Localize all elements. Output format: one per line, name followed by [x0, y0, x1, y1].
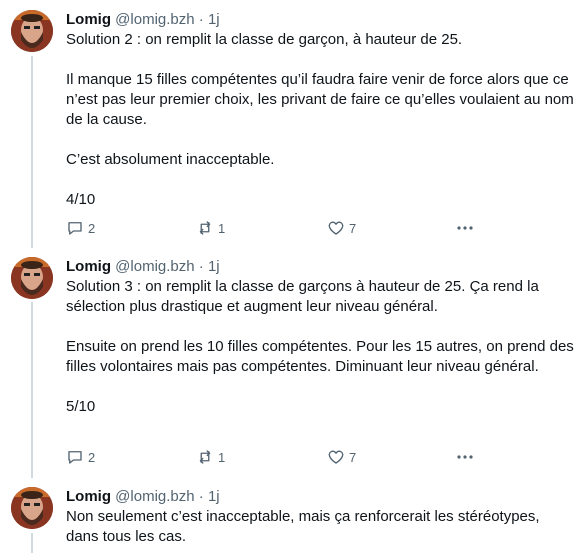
more-button[interactable]: [455, 447, 475, 467]
tweet-actions: 2 1 7: [66, 218, 486, 238]
like-button[interactable]: 7: [327, 447, 356, 467]
tweet[interactable]: Lomig @lomig.bzh · 1j Solution 3 : on re…: [0, 257, 584, 477]
reply-button[interactable]: 2: [66, 218, 95, 238]
more-button[interactable]: [455, 218, 475, 238]
timestamp[interactable]: 1j: [208, 488, 220, 505]
author-handle[interactable]: @lomig.bzh: [115, 488, 194, 505]
separator: ·: [198, 488, 204, 505]
author-name[interactable]: Lomig: [66, 488, 111, 505]
tweet-header: Lomig @lomig.bzh · 1j: [66, 257, 574, 277]
tweet[interactable]: Lomig @lomig.bzh · 1j Non seulement c’es…: [0, 487, 584, 553]
retweet-count: 1: [218, 449, 226, 465]
tweet-text: Solution 2 : on remplit la classe de gar…: [66, 31, 574, 208]
timestamp[interactable]: 1j: [208, 258, 220, 275]
retweet-count: 1: [218, 220, 226, 236]
like-icon: [327, 219, 345, 237]
retweet-button[interactable]: 1: [196, 447, 225, 467]
tweet[interactable]: Lomig @lomig.bzh · 1j Solution 2 : on re…: [0, 10, 584, 240]
timestamp[interactable]: 1j: [208, 11, 220, 28]
like-count: 7: [349, 220, 357, 236]
retweet-icon: [196, 219, 214, 237]
avatar[interactable]: [11, 10, 53, 52]
avatar[interactable]: [11, 257, 53, 299]
author-handle[interactable]: @lomig.bzh: [115, 11, 194, 28]
retweet-button[interactable]: 1: [196, 218, 225, 238]
tweet-actions: 2 1 7: [66, 447, 486, 467]
tweet-header: Lomig @lomig.bzh · 1j: [66, 487, 574, 507]
more-icon: [455, 448, 475, 466]
retweet-icon: [196, 448, 214, 466]
author-name[interactable]: Lomig: [66, 258, 111, 275]
reply-icon: [66, 448, 84, 466]
tweet-text: Non seulement c’est inacceptable, mais ç…: [66, 508, 540, 545]
separator: ·: [198, 11, 204, 28]
reply-count: 2: [88, 449, 96, 465]
like-button[interactable]: 7: [327, 218, 356, 238]
reply-count: 2: [88, 220, 96, 236]
like-count: 7: [349, 449, 357, 465]
separator: ·: [198, 258, 204, 275]
more-icon: [455, 219, 475, 237]
author-name[interactable]: Lomig: [66, 11, 111, 28]
tweet-text: Solution 3 : on remplit la classe de gar…: [66, 278, 574, 415]
reply-icon: [66, 219, 84, 237]
avatar[interactable]: [11, 487, 53, 529]
tweet-header: Lomig @lomig.bzh · 1j: [66, 10, 574, 30]
author-handle[interactable]: @lomig.bzh: [115, 258, 194, 275]
reply-button[interactable]: 2: [66, 447, 95, 467]
like-icon: [327, 448, 345, 466]
